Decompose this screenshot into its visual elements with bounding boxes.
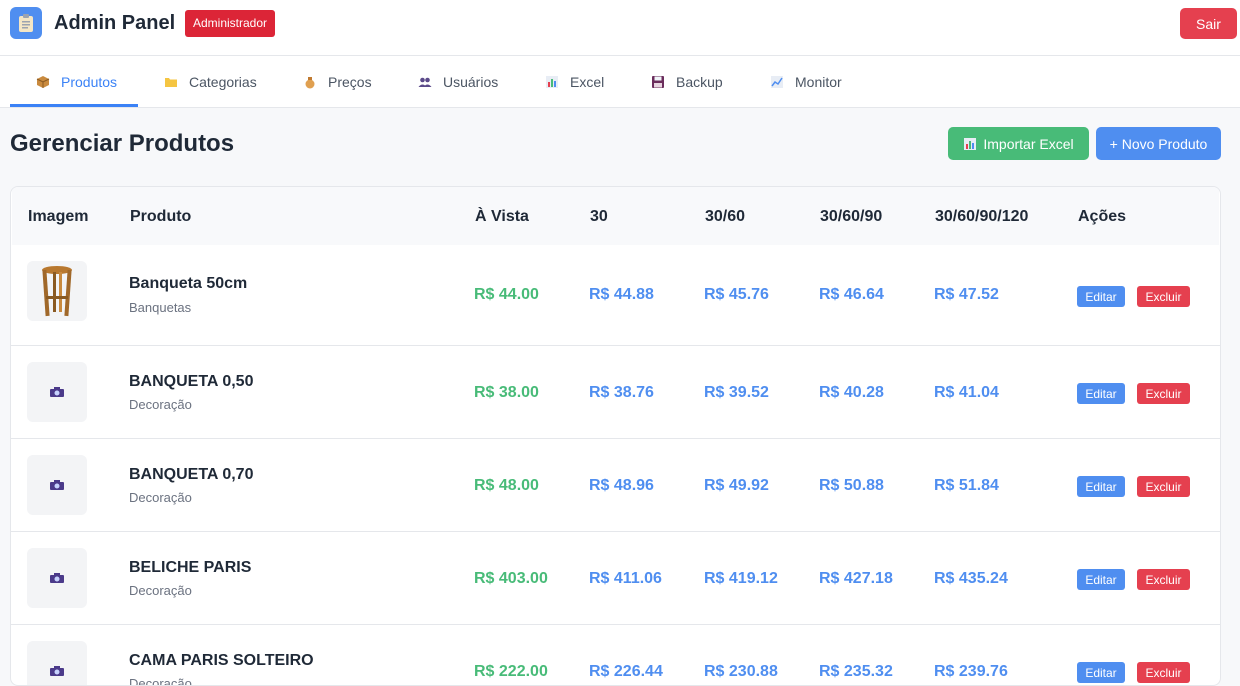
import-excel-label: Importar Excel [983,135,1074,152]
price-cash: R$ 44.00 [474,286,539,303]
top-bar: Admin Panel Administrador Sair [0,0,1240,56]
users-icon [418,77,432,87]
tab-label: Excel [570,73,605,90]
price-cash: R$ 48.00 [474,477,539,494]
table-row: Banqueta 50cm Banquetas R$ 44.00 R$ 44.8… [11,245,1220,345]
tab-monitor[interactable]: Monitor [770,56,842,107]
product-category: Decoração [129,397,192,412]
edit-button[interactable]: Editar [1077,569,1125,590]
price-30: R$ 411.06 [589,570,662,587]
line-chart-icon [771,75,783,88]
column-header: 30/60/90/120 [935,208,1029,225]
new-product-button[interactable]: + Novo Produto [1096,127,1221,160]
price-30-60-90-120: R$ 47.52 [934,286,999,303]
camera-icon [27,362,87,422]
price-30: R$ 44.88 [589,286,654,303]
active-tab-indicator [10,104,138,107]
tab-label: Preços [328,73,372,90]
product-category: Decoração [129,490,192,505]
app-title: Admin Panel [54,12,176,34]
tab-label: Categorias [189,73,257,90]
price-30: R$ 48.96 [589,477,654,494]
tab-usuarios[interactable]: Usuários [418,56,498,107]
tab-label: Backup [676,73,723,90]
price-30-60-90-120: R$ 435.24 [934,570,1008,587]
product-name: BANQUETA 0,70 [129,466,254,483]
clipboard-icon [10,7,42,39]
price-30-60-90: R$ 46.64 [819,286,884,303]
edit-button[interactable]: Editar [1077,286,1125,307]
table-row: BANQUETA 0,70 Decoração R$ 48.00 R$ 48.9… [11,438,1220,531]
price-30-60: R$ 45.76 [704,286,769,303]
price-30-60-90-120: R$ 41.04 [934,384,999,401]
price-30: R$ 226.44 [589,663,663,680]
price-cash: R$ 38.00 [474,384,539,401]
column-header: Imagem [28,208,89,225]
product-category: Decoração [129,583,192,598]
price-30-60-90: R$ 50.88 [819,477,884,494]
edit-button[interactable]: Editar [1077,383,1125,404]
import-excel-button[interactable]: Importar Excel [948,127,1089,160]
column-header: Produto [130,208,192,225]
table-row: CAMA PARIS SOLTEIRO Decoração R$ 222.00 … [11,624,1220,686]
price-30-60-90: R$ 235.32 [819,663,893,680]
camera-icon [27,641,87,685]
product-category: Decoração [129,676,192,686]
camera-icon [27,548,87,608]
column-header: 30/60 [705,208,746,225]
price-30-60: R$ 49.92 [704,477,769,494]
column-header: À Vista [475,208,529,225]
tab-excel[interactable]: Excel [545,56,604,107]
edit-button[interactable]: Editar [1077,662,1125,683]
price-30-60-90: R$ 40.28 [819,384,884,401]
price-cash: R$ 222.00 [474,663,548,680]
tab-label: Produtos [61,73,118,90]
products-table: Imagem Produto À Vista 30 30/60 30/60/90… [10,186,1221,686]
column-header: Ações [1078,208,1127,225]
price-30: R$ 38.76 [589,384,654,401]
logout-button[interactable]: Sair [1180,8,1237,39]
product-name: BELICHE PARIS [129,559,252,576]
product-name: CAMA PARIS SOLTEIRO [129,652,314,669]
camera-icon [27,455,87,515]
delete-button[interactable]: Excluir [1137,383,1190,404]
delete-button[interactable]: Excluir [1137,476,1190,497]
column-header: 30 [590,208,608,225]
price-30-60-90-120: R$ 51.84 [934,477,999,494]
table-row: BANQUETA 0,50 Decoração R$ 38.00 R$ 38.7… [11,345,1220,438]
tab-produtos[interactable]: Produtos [36,56,117,107]
tab-categorias[interactable]: Categorias [164,56,257,107]
table-row: BELICHE PARIS Decoração R$ 403.00 R$ 411… [11,531,1220,624]
bar-chart-icon [546,75,558,88]
tab-backup[interactable]: Backup [651,56,723,107]
tab-label: Monitor [795,73,842,90]
stool-photo [27,261,87,321]
price-30-60: R$ 39.52 [704,384,769,401]
tab-label: Usuários [443,73,499,90]
product-category: Banquetas [129,300,192,315]
column-header: 30/60/90 [820,208,883,225]
price-cash: R$ 403.00 [474,570,548,587]
price-30-60: R$ 230.88 [704,663,778,680]
delete-button[interactable]: Excluir [1137,286,1190,307]
tab-precos[interactable]: Preços [303,56,372,107]
table-header: Imagem Produto À Vista 30 30/60 30/60/90… [12,187,1219,245]
box-icon [36,75,50,88]
price-30-60-90: R$ 427.18 [819,570,893,587]
bar-chart-icon [964,137,977,150]
nav-tabs: Produtos Categorias Preços Usuários Exce… [0,56,1240,108]
delete-button[interactable]: Excluir [1137,569,1190,590]
delete-button[interactable]: Excluir [1137,662,1190,683]
price-30-60: R$ 419.12 [704,570,778,587]
floppy-disk-icon [652,75,664,88]
folder-icon [165,77,177,87]
product-name: BANQUETA 0,50 [129,373,254,390]
edit-button[interactable]: Editar [1077,476,1125,497]
product-name: Banqueta 50cm [129,275,248,292]
page-title: Gerenciar Produtos [10,130,235,157]
money-bag-icon [305,76,315,88]
price-30-60-90-120: R$ 239.76 [934,663,1008,680]
role-badge: Administrador [185,10,276,37]
